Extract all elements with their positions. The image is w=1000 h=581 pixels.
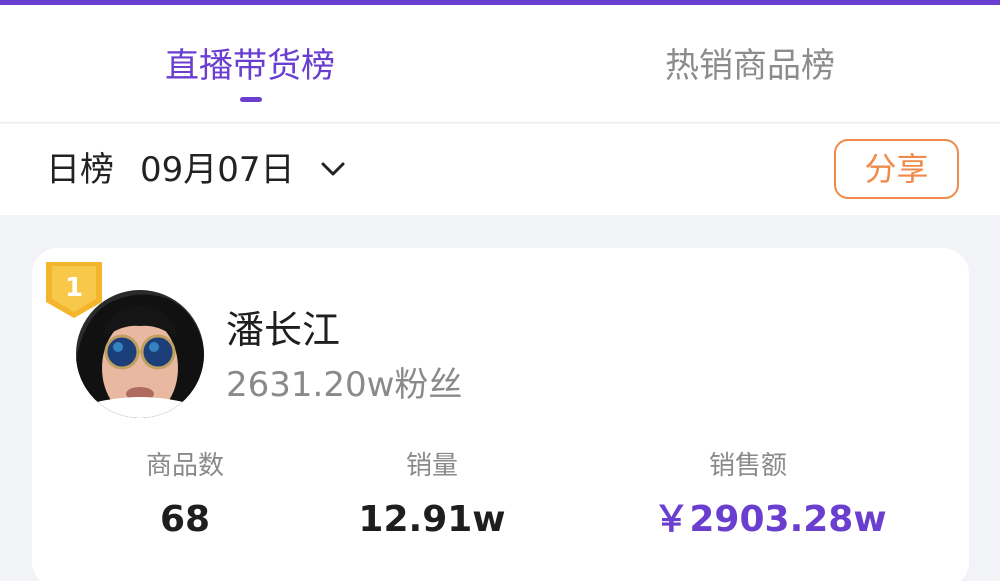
streamer-name[interactable]: 潘长江 bbox=[226, 306, 340, 354]
rank-number: 1 bbox=[65, 273, 83, 303]
stat-label-sales-volume: 销量 bbox=[405, 451, 458, 481]
rank-medal-icon: 1 bbox=[46, 262, 102, 318]
stat-label-product-count: 商品数 bbox=[145, 451, 224, 481]
stat-value-sales-amount: ￥2903.28w bbox=[653, 499, 887, 540]
tab-hot-products-ranking[interactable]: 热销商品榜 bbox=[620, 41, 880, 91]
date-selector[interactable]: 09月07日 bbox=[140, 146, 295, 194]
follower-count: 2631.20w粉丝 bbox=[226, 365, 463, 405]
active-tab-indicator bbox=[240, 97, 262, 102]
filter-bar: 日榜 09月07日 分享 bbox=[0, 124, 1000, 215]
ranking-tabs: 直播带货榜 热销商品榜 bbox=[0, 5, 1000, 123]
stat-value-sales-volume: 12.91w bbox=[358, 499, 506, 540]
stat-label-sales-amount: 销售额 bbox=[708, 451, 787, 481]
tab-live-sales-ranking[interactable]: 直播带货榜 bbox=[120, 41, 380, 91]
chevron-down-icon[interactable] bbox=[318, 154, 348, 184]
period-label[interactable]: 日榜 bbox=[46, 146, 114, 194]
share-button[interactable]: 分享 bbox=[834, 139, 959, 199]
stat-value-product-count: 68 bbox=[159, 499, 211, 540]
